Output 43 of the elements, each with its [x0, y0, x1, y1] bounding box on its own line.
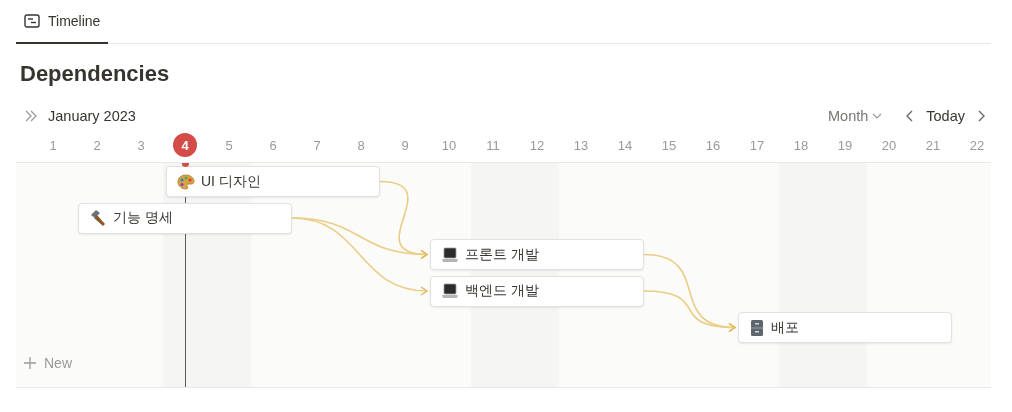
laptop-icon	[441, 283, 459, 299]
next-icon[interactable]	[977, 110, 985, 122]
today-button[interactable]: Today	[920, 108, 971, 124]
task-card[interactable]: 백엔드 개발	[430, 275, 644, 307]
day-number: 1	[49, 137, 57, 153]
plus-icon	[24, 357, 36, 369]
day-number: 11	[486, 137, 500, 153]
day-number: 17	[749, 137, 765, 153]
day-number: 5	[225, 137, 233, 153]
day-number: 6	[269, 137, 277, 153]
previous-icon[interactable]	[906, 110, 915, 122]
day-number: 3	[137, 137, 145, 153]
view-tab[interactable]: Timeline	[16, 0, 109, 44]
day-number: 12	[529, 137, 545, 153]
file-cabinet-icon	[749, 318, 765, 337]
task-card[interactable]: 기능 명세	[78, 202, 292, 234]
day-number: 20	[881, 137, 897, 153]
day-number: 2	[93, 137, 101, 153]
palette-icon	[177, 173, 195, 190]
caret-icon	[872, 113, 883, 119]
day-number: 16	[705, 137, 721, 153]
day-number: 7	[313, 137, 321, 153]
day-number: 10	[441, 137, 457, 153]
day-number: 8	[357, 137, 365, 153]
timeline-icon	[24, 14, 40, 28]
month-label: January 2023	[48, 108, 136, 124]
task-card[interactable]: 배포	[738, 312, 952, 343]
day-number: 22	[969, 137, 985, 153]
today-date-badge: 4	[173, 133, 197, 157]
page-title: Dependencies	[20, 60, 171, 88]
double-chevron-icon[interactable]	[24, 110, 38, 122]
day-number: 21	[925, 137, 941, 153]
scale-dropdown[interactable]: Month	[828, 108, 883, 124]
laptop-icon	[441, 246, 459, 263]
day-number: 19	[837, 137, 853, 153]
hammer-icon	[89, 209, 107, 227]
day-number: 9	[401, 137, 409, 153]
day-number: 15	[661, 137, 677, 153]
task-card[interactable]: UI 디자인	[166, 166, 380, 197]
day-number: 14	[617, 137, 633, 153]
day-number: 18	[793, 137, 809, 153]
task-card[interactable]: 프론트 개발	[430, 239, 644, 270]
day-number: 13	[573, 137, 589, 153]
